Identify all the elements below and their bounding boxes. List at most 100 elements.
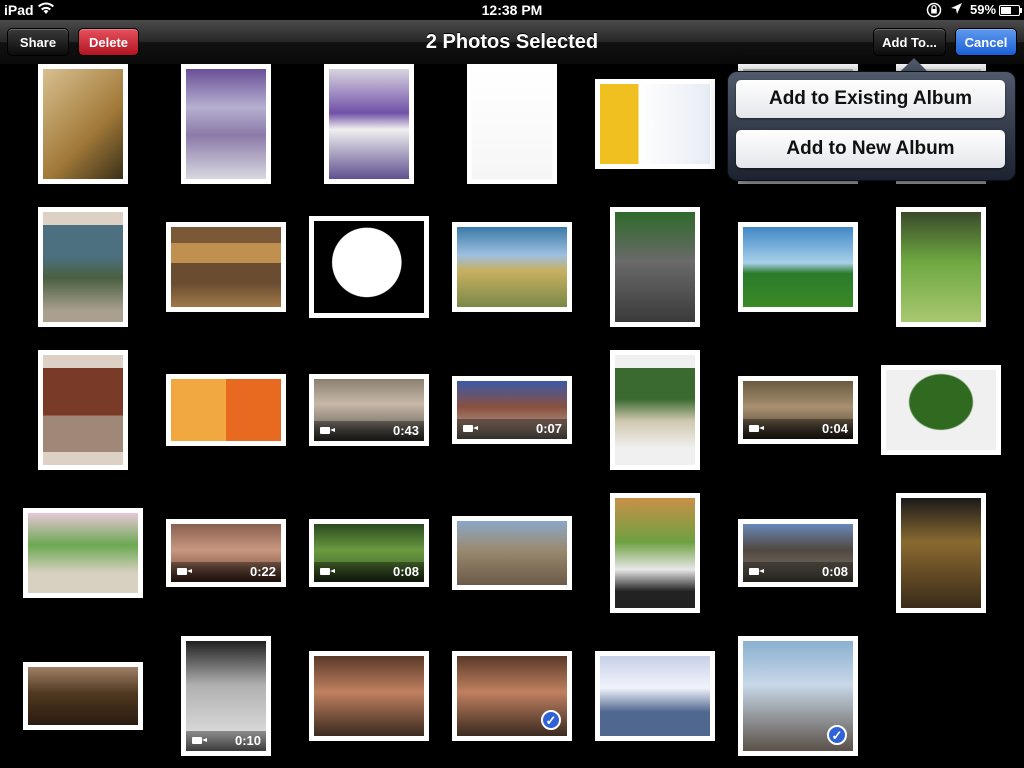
photo-thumbnail[interactable] (38, 64, 128, 184)
video-camera-icon (320, 427, 335, 434)
photo-thumbnail[interactable]: ✓ (738, 636, 858, 756)
photo-thumbnail[interactable] (38, 350, 128, 470)
video-camera-icon (749, 425, 764, 432)
thumbnail-image (457, 227, 567, 307)
video-duration: 0:10 (234, 733, 261, 748)
video-info-bar: 0:10 (186, 731, 266, 751)
selected-checkmark-icon: ✓ (541, 710, 561, 730)
photo-thumbnail[interactable] (738, 222, 858, 312)
video-camera-icon (177, 568, 192, 575)
rotation-lock-icon (926, 2, 942, 21)
photo-thumbnail[interactable] (452, 516, 572, 590)
thumbnail-image (171, 379, 281, 441)
video-thumbnail[interactable]: 0:07 (452, 376, 572, 444)
cancel-button[interactable]: Cancel (955, 28, 1017, 56)
thumbnail-image (472, 69, 552, 179)
thumbnail-image (28, 667, 138, 725)
video-info-bar: 0:43 (314, 421, 424, 441)
add-to-button[interactable]: Add To... (873, 28, 946, 56)
navigation-bar: Share Delete 2 Photos Selected Add To...… (0, 20, 1024, 65)
thumbnail-image (901, 498, 981, 608)
thumbnail-image (43, 69, 123, 179)
thumbnail-image (600, 84, 710, 164)
location-arrow-icon (950, 2, 963, 18)
video-info-bar: 0:04 (743, 419, 853, 439)
popover-arrow (900, 58, 928, 72)
add-to-popover: Add to Existing Album Add to New Album (727, 71, 1016, 181)
video-camera-icon (463, 425, 478, 432)
photo-thumbnail[interactable] (467, 64, 557, 184)
battery-icon (999, 5, 1022, 16)
video-duration: 0:04 (821, 421, 848, 436)
photo-thumbnail[interactable] (610, 493, 700, 613)
selected-checkmark-icon: ✓ (827, 725, 847, 745)
photo-thumbnail[interactable] (181, 64, 271, 184)
photo-thumbnail[interactable] (309, 216, 429, 318)
video-info-bar: 0:08 (743, 562, 853, 582)
video-info-bar: 0:22 (171, 562, 281, 582)
page-title: 2 Photos Selected (425, 31, 599, 53)
thumbnail-image (28, 513, 138, 593)
thumbnail-image (615, 498, 695, 608)
photo-thumbnail[interactable] (896, 207, 986, 327)
video-thumbnail[interactable]: 0:08 (309, 519, 429, 587)
photo-thumbnail[interactable] (896, 493, 986, 613)
thumbnail-image: 0:22 (171, 524, 281, 582)
thumbnail-image (743, 227, 853, 307)
video-camera-icon (749, 568, 764, 575)
thumbnail-image (886, 370, 996, 450)
photo-thumbnail[interactable] (23, 508, 143, 598)
photo-thumbnail[interactable] (595, 79, 715, 169)
video-duration: 0:22 (249, 564, 276, 579)
photo-thumbnail[interactable] (881, 365, 1001, 455)
video-camera-icon (320, 568, 335, 575)
photo-thumbnail[interactable]: ✓ (452, 651, 572, 741)
thumbnail-image (600, 656, 710, 736)
battery-percent: 59% (970, 2, 997, 17)
photo-thumbnail[interactable] (166, 222, 286, 312)
photo-thumbnail[interactable] (610, 207, 700, 327)
thumbnail-image: 0:04 (743, 381, 853, 439)
photo-thumbnail[interactable] (324, 64, 414, 184)
status-bar: iPad 12:38 PM 59% (0, 0, 1024, 20)
clock: 12:38 PM (481, 2, 543, 18)
photo-thumbnail[interactable] (38, 207, 128, 327)
thumbnail-image (314, 656, 424, 736)
thumbnail-image (186, 69, 266, 179)
thumbnail-image (171, 227, 281, 307)
photo-thumbnail[interactable] (23, 662, 143, 730)
thumbnail-image (43, 212, 123, 322)
thumbnail-image: 0:43 (314, 379, 424, 441)
thumbnail-image: 0:07 (457, 381, 567, 439)
thumbnail-image (329, 69, 409, 179)
photo-thumbnail[interactable] (610, 350, 700, 470)
video-thumbnail[interactable]: 0:10 (181, 636, 271, 756)
thumbnail-image: ✓ (457, 656, 567, 736)
thumbnail-image (314, 221, 424, 313)
thumbnail-image: 0:08 (743, 524, 853, 582)
video-info-bar: 0:07 (457, 419, 567, 439)
thumbnail-image: 0:10 (186, 641, 266, 751)
thumbnail-image (615, 355, 695, 465)
thumbnail-image (457, 521, 567, 585)
photo-thumbnail[interactable] (595, 651, 715, 741)
video-duration: 0:43 (392, 423, 419, 438)
add-to-new-album-button[interactable]: Add to New Album (736, 130, 1005, 168)
photo-thumbnail[interactable] (309, 651, 429, 741)
video-camera-icon (192, 737, 207, 744)
add-to-existing-album-button[interactable]: Add to Existing Album (736, 80, 1005, 118)
thumbnail-image (901, 212, 981, 322)
video-info-bar: 0:08 (314, 562, 424, 582)
video-duration: 0:07 (535, 421, 562, 436)
thumbnail-image (43, 355, 123, 465)
photo-thumbnail[interactable] (166, 374, 286, 446)
video-thumbnail[interactable]: 0:43 (309, 374, 429, 446)
video-thumbnail[interactable]: 0:04 (738, 376, 858, 444)
thumbnail-image: 0:08 (314, 524, 424, 582)
thumbnail-image (615, 212, 695, 322)
video-thumbnail[interactable]: 0:22 (166, 519, 286, 587)
video-thumbnail[interactable]: 0:08 (738, 519, 858, 587)
photo-thumbnail[interactable] (452, 222, 572, 312)
video-duration: 0:08 (821, 564, 848, 579)
video-duration: 0:08 (392, 564, 419, 579)
